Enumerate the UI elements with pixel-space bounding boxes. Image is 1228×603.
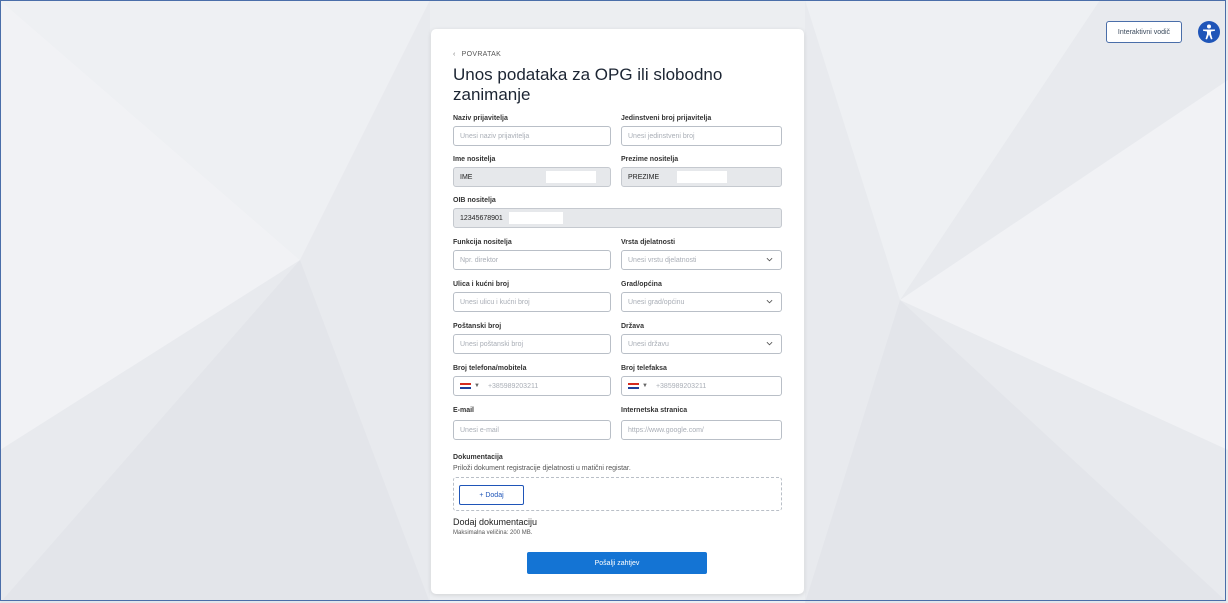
phone-placeholder: +385989203211 [487, 382, 539, 390]
redaction-mask [546, 171, 597, 183]
croatia-flag-icon[interactable] [628, 382, 639, 390]
chevron-down-icon [766, 257, 773, 262]
postal-input[interactable]: Unesi poštanski broj [453, 334, 611, 354]
holder-last-name-field: PREZIME [621, 167, 782, 187]
holder-function-input[interactable]: Npr. direktor [453, 250, 611, 270]
phone-input[interactable]: ▼ +385989203211 [453, 376, 611, 396]
chevron-left-icon: ‹ [453, 51, 456, 58]
accessibility-icon[interactable] [1198, 21, 1220, 43]
holder-oib-label: OIB nositelja [453, 197, 496, 204]
street-input[interactable]: Unesi ulicu i kućni broj [453, 292, 611, 312]
city-select[interactable]: Unesi grad/općinu [621, 292, 782, 312]
add-document-button[interactable]: + Dodaj [459, 485, 524, 505]
holder-first-name-value: IME [460, 173, 473, 181]
add-documentation-heading: Dodaj dokumentaciju [453, 517, 538, 527]
applicant-id-label: Jedinstveni broj prijavitelja [621, 115, 712, 122]
documentation-description: Priloži dokument registracije djelatnost… [453, 465, 631, 472]
website-label: Internetska stranica [621, 407, 688, 414]
applicant-name-input[interactable]: Unesi naziv prijavitelja [453, 126, 611, 146]
website-placeholder: https://www.google.com/ [628, 426, 704, 434]
applicant-id-placeholder: Unesi jedinstveni broj [628, 132, 695, 140]
street-label: Ulica i kućni broj [453, 281, 510, 288]
redaction-mask [677, 171, 728, 183]
submit-button[interactable]: Pošalji zahtjev [527, 552, 707, 574]
holder-function-label: Funkcija nositelja [453, 239, 512, 246]
caret-down-icon[interactable]: ▼ [474, 383, 480, 389]
postal-placeholder: Unesi poštanski broj [460, 340, 524, 348]
fax-label: Broj telefaksa [621, 365, 667, 372]
activity-type-label: Vrsta djelatnosti [621, 239, 676, 246]
back-link[interactable]: ‹ POVRATAK [453, 51, 501, 58]
holder-oib-field: 12345678901 [453, 208, 782, 228]
chevron-down-icon [766, 299, 773, 304]
website-input[interactable]: https://www.google.com/ [621, 420, 782, 440]
fax-placeholder: +385989203211 [655, 382, 707, 390]
country-label: Država [621, 323, 644, 330]
back-label: POVRATAK [461, 51, 502, 58]
city-placeholder: Unesi grad/općinu [628, 298, 685, 306]
street-placeholder: Unesi ulicu i kućni broj [460, 298, 530, 306]
postal-label: Poštanski broj [453, 323, 502, 330]
applicant-id-input[interactable]: Unesi jedinstveni broj [621, 126, 782, 146]
redaction-mask [508, 212, 563, 224]
croatia-flag-icon[interactable] [460, 382, 471, 390]
country-select[interactable]: Unesi državu [621, 334, 782, 354]
holder-function-placeholder: Npr. direktor [460, 256, 499, 264]
city-label: Grad/općina [621, 281, 662, 288]
interactive-guide-button[interactable]: Interaktivni vodič [1106, 21, 1182, 43]
applicant-name-placeholder: Unesi naziv prijavitelja [460, 132, 530, 140]
max-size-note: Maksimalna veličina: 200 MB. [453, 530, 533, 536]
email-input[interactable]: Unesi e-mail [453, 420, 611, 440]
form-card: ‹ POVRATAK Unos podataka za OPG ili slobo… [431, 29, 804, 594]
holder-first-name-label: Ime nositelja [453, 156, 496, 163]
email-label: E-mail [453, 407, 475, 414]
page-title: Unos podataka za OPG ili slobodno zanima… [453, 65, 723, 104]
documentation-title: Dokumentacija [453, 454, 503, 461]
fax-input[interactable]: ▼ +385989203211 [621, 376, 782, 396]
holder-first-name-field: IME [453, 167, 611, 187]
applicant-name-label: Naziv prijavitelja [453, 115, 508, 122]
activity-type-select[interactable]: Unesi vrstu djelatnosti [621, 250, 782, 270]
country-placeholder: Unesi državu [628, 340, 669, 348]
chevron-down-icon [766, 341, 773, 346]
holder-last-name-value: PREZIME [628, 173, 660, 181]
file-dropzone[interactable]: + Dodaj [453, 477, 782, 511]
holder-last-name-label: Prezime nositelja [621, 156, 679, 163]
phone-label: Broj telefona/mobitela [453, 365, 527, 372]
caret-down-icon[interactable]: ▼ [642, 383, 648, 389]
holder-oib-value: 12345678901 [460, 214, 503, 222]
activity-type-placeholder: Unesi vrstu djelatnosti [628, 256, 697, 264]
email-placeholder: Unesi e-mail [460, 426, 499, 434]
